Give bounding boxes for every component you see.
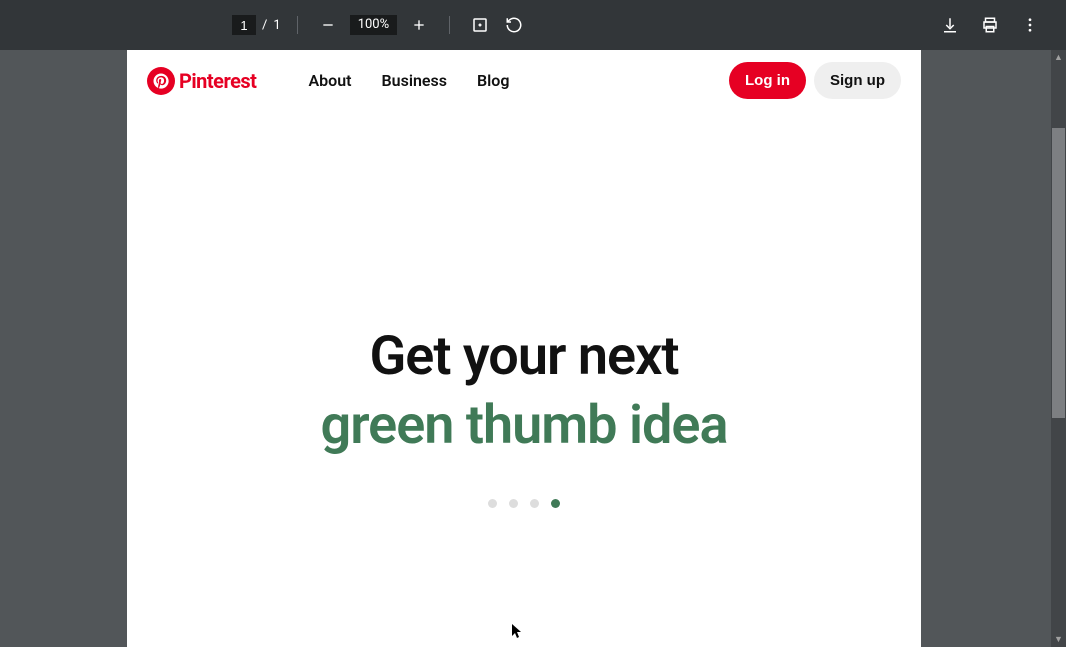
pdf-viewer-toolbar: / 1 100%	[0, 0, 1066, 50]
scroll-down-arrow[interactable]: ▼	[1051, 632, 1066, 647]
page-number-input[interactable]	[232, 15, 256, 35]
login-button[interactable]: Log in	[729, 62, 806, 99]
scroll-up-arrow[interactable]: ▲	[1051, 50, 1066, 65]
carousel-dots	[127, 499, 921, 508]
more-menu-button[interactable]	[1016, 11, 1044, 39]
download-button[interactable]	[936, 11, 964, 39]
hero-section: Get your next green thumb idea	[127, 105, 921, 508]
signup-button[interactable]: Sign up	[814, 62, 901, 99]
toolbar-right-group	[936, 11, 1044, 39]
auth-buttons: Log in Sign up	[729, 62, 901, 99]
carousel-dot[interactable]	[509, 499, 518, 508]
pdf-page: Pinterest About Business Blog Log in Sig…	[127, 50, 921, 647]
hero-headline-2: green thumb idea	[127, 394, 921, 457]
hero-headline-1: Get your next	[127, 325, 921, 388]
nav-about[interactable]: About	[308, 71, 351, 90]
rotate-button[interactable]	[500, 11, 528, 39]
nav-business[interactable]: Business	[382, 71, 447, 90]
fit-page-button[interactable]	[466, 11, 494, 39]
carousel-dot[interactable]	[530, 499, 539, 508]
print-button[interactable]	[976, 11, 1004, 39]
pinterest-nav: About Business Blog	[308, 71, 509, 90]
carousel-dot[interactable]	[488, 499, 497, 508]
zoom-in-button[interactable]	[405, 11, 433, 39]
pinterest-wordmark: Pinterest	[179, 69, 256, 93]
vertical-scrollbar[interactable]: ▲ ▼	[1051, 50, 1066, 647]
toolbar-divider	[449, 16, 450, 34]
nav-blog[interactable]: Blog	[477, 71, 509, 90]
page-total: 1	[273, 18, 280, 33]
pdf-content-area: Pinterest About Business Blog Log in Sig…	[0, 50, 1066, 647]
carousel-dot-active[interactable]	[551, 499, 560, 508]
pinterest-header: Pinterest About Business Blog Log in Sig…	[127, 50, 921, 105]
zoom-level[interactable]: 100%	[350, 15, 397, 35]
pinterest-logo[interactable]: Pinterest	[147, 67, 256, 95]
toolbar-left-group: / 1 100%	[232, 11, 528, 39]
zoom-out-button[interactable]	[314, 11, 342, 39]
toolbar-divider	[297, 16, 298, 34]
scrollbar-thumb[interactable]	[1052, 128, 1065, 418]
page-separator: /	[262, 18, 267, 33]
pinterest-icon	[147, 67, 175, 95]
